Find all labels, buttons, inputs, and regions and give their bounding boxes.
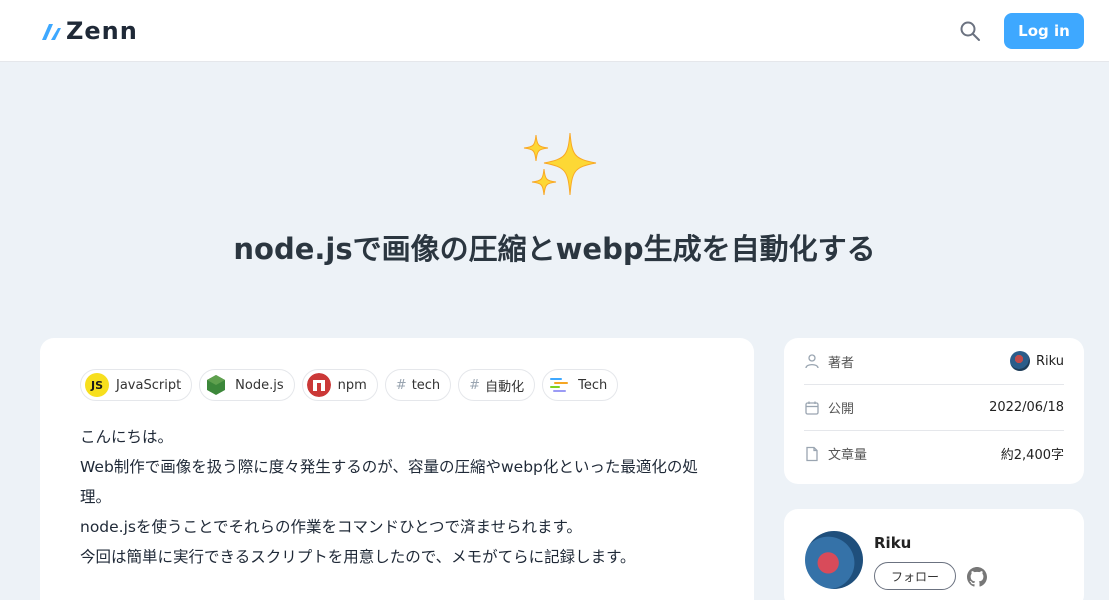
github-icon[interactable] (967, 567, 987, 587)
follow-button[interactable]: フォロー (874, 562, 956, 590)
body-line: node.jsを使うことでそれらの作業をコマンドひとつで済ませられます。 (80, 518, 582, 536)
body-line: 理。 (80, 488, 112, 506)
body-line: Web制作で画像を扱う際に度々発生するのが、容量の圧縮やwebp化といった最適化… (80, 458, 698, 476)
person-icon (805, 354, 819, 369)
info-label: 公開 (828, 402, 855, 417)
info-value: 2022/06/18 (989, 400, 1064, 415)
author-name[interactable]: Riku (874, 534, 911, 552)
zenn-logo-mark-icon (42, 24, 61, 40)
topic-npm[interactable]: npm (301, 369, 378, 401)
topic-automation[interactable]: # 自動化 (458, 369, 536, 401)
info-label: 著者 (828, 355, 855, 371)
topic-label: JavaScript (116, 377, 182, 393)
sparkles-emoji-icon (523, 132, 597, 196)
login-button[interactable]: Log in (1004, 13, 1084, 49)
npm-icon (306, 373, 331, 397)
nodejs-icon (207, 375, 226, 395)
zenn-logo[interactable]: Zenn (40, 17, 138, 45)
info-row-published: 公開 2022/06/18 (804, 384, 1064, 430)
logo-text: Zenn (66, 17, 138, 45)
topic-tech-article[interactable]: Tech (542, 369, 619, 401)
info-value: Riku (1035, 353, 1064, 369)
topic-label: 自動化 (485, 379, 525, 395)
topic-label: Node.js (235, 377, 284, 393)
topic-tech[interactable]: # tech (384, 369, 452, 401)
author-card: Riku フォロー (784, 509, 1084, 600)
topic-label: tech (411, 377, 441, 393)
article-info-card: 著者 Riku 公開 2022/06/18 文章量 約2,400字 (784, 338, 1084, 484)
info-row-author: 著者 Riku (804, 338, 1064, 384)
article-body: こんにちは。 Web制作で画像を扱う際に度々発生するのが、容量の圧縮やwebp化… (80, 422, 720, 572)
body-line: 今回は簡単に実行できるスクリプトを用意したので、メモがてらに記録します。 (80, 548, 636, 566)
info-value: 約2,400字 (1000, 448, 1064, 463)
hash-icon: # (395, 377, 407, 393)
site-header: Zenn Log in (0, 0, 1109, 62)
calendar-icon (805, 401, 819, 415)
article-card: JS JavaScript Node.js npm # tech # 自動化 T… (40, 338, 754, 600)
document-icon (806, 446, 818, 461)
javascript-icon: JS (85, 373, 109, 397)
topic-label: Tech (578, 377, 608, 393)
avatar (1009, 351, 1030, 371)
body-line: こんにちは。 (80, 428, 174, 446)
author-link[interactable]: Riku (1009, 351, 1064, 371)
info-row-length: 文章量 約2,400字 (804, 430, 1064, 476)
avatar[interactable] (805, 531, 863, 589)
search-icon[interactable] (958, 19, 982, 43)
topic-javascript[interactable]: JS JavaScript (80, 369, 193, 401)
info-label: 文章量 (828, 448, 868, 463)
topic-label: npm (337, 377, 367, 393)
tech-icon (550, 378, 569, 392)
article-title: node.jsで画像の圧縮とwebp生成を自動化する (233, 232, 876, 266)
topic-nodejs[interactable]: Node.js (199, 369, 295, 401)
topic-list: JS JavaScript Node.js npm # tech # 自動化 T… (80, 369, 619, 401)
hash-icon: # (469, 377, 481, 393)
